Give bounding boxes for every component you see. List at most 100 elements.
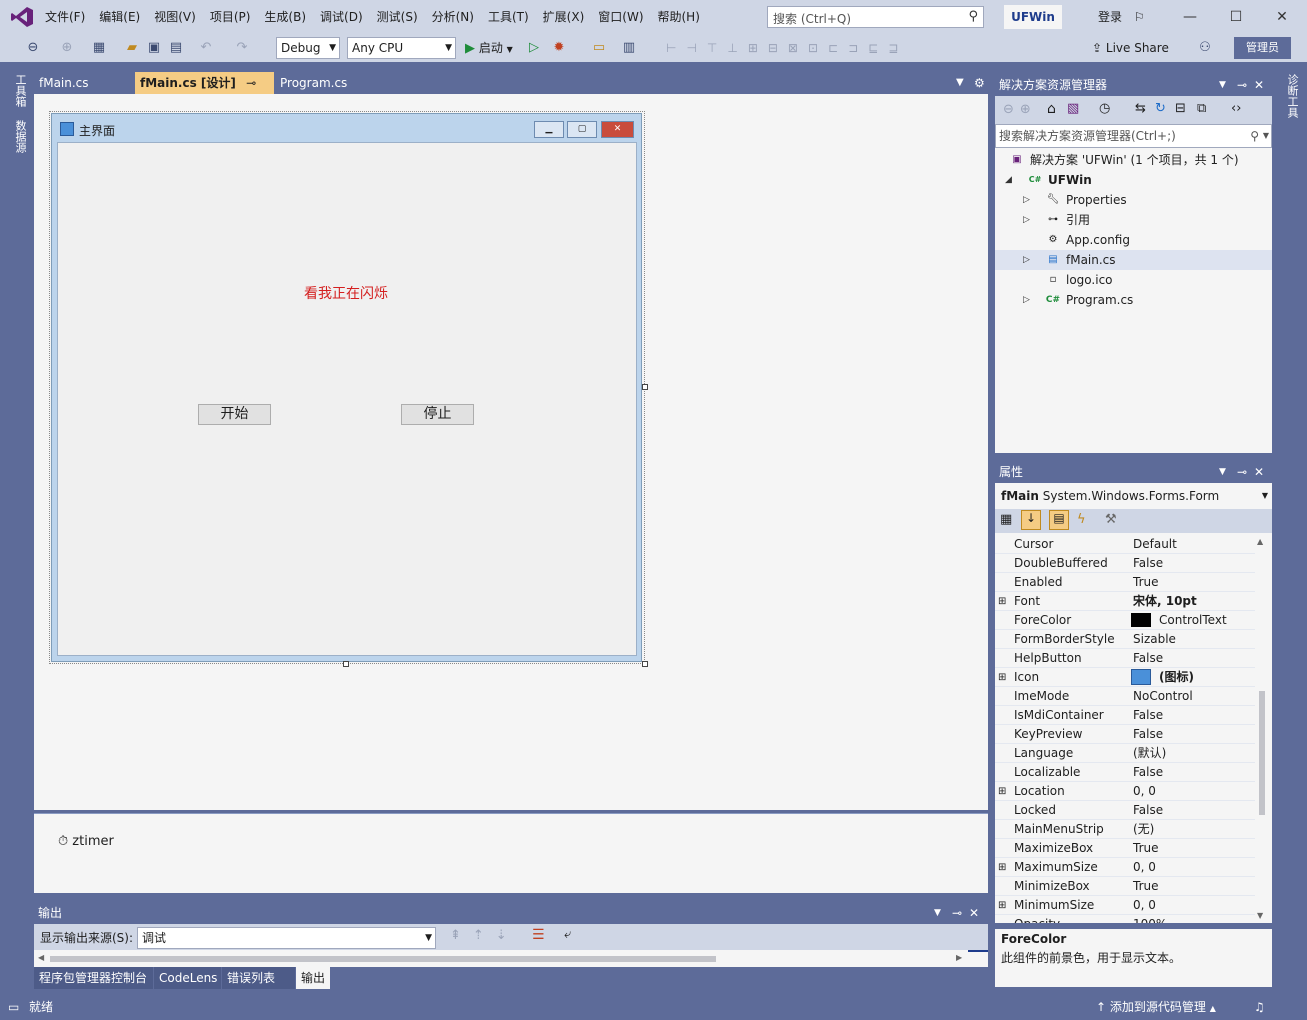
prop-row-forecolor[interactable]: ForeColor ControlText [995, 611, 1255, 630]
prop-row-mainmenustrip[interactable]: MainMenuStrip (无) [995, 820, 1255, 839]
resize-handle-right[interactable] [642, 384, 648, 390]
global-search-input[interactable]: 搜索 (Ctrl+Q) ⚲ [767, 6, 984, 28]
close-icon[interactable]: ✕ [969, 902, 979, 924]
prop-row-maximizebox[interactable]: MaximizeBox True [995, 839, 1255, 858]
menu-view[interactable]: 视图(V) [147, 0, 203, 34]
pin-icon[interactable]: ⊸ [952, 902, 962, 924]
properties-object-select[interactable]: fMain System.Windows.Forms.Form ▼ [995, 483, 1272, 509]
start-debugging-button[interactable]: ▶ 启动 ▼ [465, 34, 513, 64]
scroll-right-icon[interactable]: ▶ [956, 953, 962, 962]
diagnostic-tools-tab[interactable]: 诊断工具 [1280, 74, 1300, 118]
show-all-files-icon[interactable]: ⧉ [1197, 101, 1206, 116]
chevron-down-icon[interactable]: ▼ [1219, 74, 1226, 96]
prop-row-icon[interactable]: ⊞ Icon (图标) [995, 668, 1255, 687]
home-icon[interactable]: ⌂ [1047, 101, 1056, 117]
menu-debug[interactable]: 调试(D) [313, 0, 370, 34]
feedback-icon[interactable]: ⚐ [1134, 10, 1145, 24]
start-without-debugging-icon[interactable]: ▷ [525, 39, 543, 57]
prop-value[interactable]: Sizable [1133, 630, 1176, 649]
chevron-down-icon[interactable]: ▼ [1263, 125, 1269, 147]
menu-window[interactable]: 窗口(W) [591, 0, 650, 34]
pin-icon[interactable]: ⊸ [1237, 461, 1247, 483]
tab-error-list[interactable]: 错误列表 ... [222, 967, 295, 1007]
collapse-all-icon[interactable]: ⊟ [1175, 101, 1186, 116]
scroll-down-icon[interactable]: ▼ [1257, 911, 1263, 920]
tab-fmain-cs[interactable]: fMain.cs [34, 72, 134, 94]
expand-icon[interactable]: ⊞ [998, 782, 1006, 801]
prop-value[interactable]: False [1133, 801, 1163, 820]
close-window-button[interactable]: ✕ [1259, 0, 1305, 34]
prop-row-ismdicontainer[interactable]: IsMdiContainer False [995, 706, 1255, 725]
back-forward-icon[interactable]: ⊖⊕ [1003, 102, 1037, 117]
solution-explorer-search-input[interactable]: 搜索解决方案资源管理器(Ctrl+;) ⚲ ▼ [995, 124, 1272, 148]
prop-value[interactable]: 0, 0 [1133, 896, 1156, 915]
tab-overflow-icon[interactable]: ▼ [956, 72, 964, 94]
tree-item-solution[interactable]: ▣ 解决方案 'UFWin' (1 个项目，共 1 个) [995, 150, 1272, 170]
prop-value[interactable]: 0, 0 [1133, 782, 1156, 801]
prop-value[interactable]: NoControl [1133, 687, 1193, 706]
prop-value[interactable]: False [1133, 725, 1163, 744]
prop-row-doublebuffered[interactable]: DoubleBuffered False [995, 554, 1255, 573]
close-icon[interactable]: ✕ [1254, 74, 1264, 96]
open-file-icon[interactable]: ▰ [123, 39, 141, 57]
menu-extensions[interactable]: 扩展(X) [536, 0, 592, 34]
clear-all-icon[interactable]: ☰ [532, 927, 545, 943]
prop-value[interactable]: True [1133, 573, 1159, 592]
layout-icon[interactable]: ▥ [620, 39, 638, 57]
tree-item-app-config[interactable]: ⚙ App.config [995, 230, 1272, 250]
hot-reload-icon[interactable]: ✹ [550, 39, 568, 57]
blink-label[interactable]: 看我正在闪烁 [304, 283, 388, 303]
vertical-scrollbar[interactable] [1259, 691, 1265, 815]
ztimer-component[interactable]: ⏱ ztimer [58, 834, 114, 849]
solution-folder-icon[interactable]: ▭ [590, 39, 608, 57]
prop-row-font[interactable]: ⊞ Font 宋体, 10pt [995, 592, 1255, 611]
menu-help[interactable]: 帮助(H) [651, 0, 707, 34]
login-button[interactable]: 登录 ⚐ [1098, 0, 1145, 34]
prop-row-formborderstyle[interactable]: FormBorderStyle Sizable [995, 630, 1255, 649]
expand-icon[interactable]: ⊞ [998, 896, 1006, 915]
gear-icon[interactable]: ⚙ [974, 72, 985, 94]
prop-value[interactable]: 100% [1133, 915, 1167, 923]
prop-value[interactable]: 0, 0 [1133, 858, 1156, 877]
prop-value[interactable]: False [1133, 649, 1163, 668]
find-message-icon[interactable]: ⇞⇡⇣ [450, 928, 519, 943]
person-icon[interactable]: ⚇ [1196, 39, 1214, 57]
live-share-button[interactable]: ⇪ Live Share [1092, 34, 1169, 62]
prop-value[interactable]: Default [1133, 535, 1177, 554]
tab-package-manager-console[interactable]: 程序包管理器控制台 [34, 967, 153, 989]
menu-test[interactable]: 测试(S) [370, 0, 425, 34]
word-wrap-icon[interactable]: ⤶ [564, 927, 571, 942]
chevron-down-icon[interactable]: ▼ [1219, 461, 1226, 483]
prop-row-location[interactable]: ⊞ Location 0, 0 [995, 782, 1255, 801]
menu-file[interactable]: 文件(F) [38, 0, 92, 34]
toolbox-tab[interactable]: 工具箱 [8, 74, 28, 107]
property-pages-wrench-icon[interactable]: ⚒ [1105, 512, 1117, 527]
prop-row-locked[interactable]: Locked False [995, 801, 1255, 820]
properties-view-icon[interactable]: ▤ [1049, 510, 1069, 530]
events-lightning-icon[interactable]: ϟ [1077, 512, 1086, 527]
navigate-forward-icon[interactable]: ⊕ [58, 39, 76, 57]
scroll-left-icon[interactable]: ◀ [38, 953, 44, 962]
pin-icon[interactable]: ⊸ [1237, 74, 1247, 96]
prop-row-minimizebox[interactable]: MinimizeBox True [995, 877, 1255, 896]
prop-row-language[interactable]: Language (默认) [995, 744, 1255, 763]
prop-value[interactable]: (图标) [1159, 668, 1194, 687]
pin-icon[interactable]: ⊸ [246, 76, 256, 90]
undo-icon[interactable]: ↶ [197, 39, 215, 57]
tree-item-program[interactable]: ▷ C# Program.cs [995, 290, 1272, 310]
save-all-icon[interactable]: ▤ [167, 39, 185, 57]
prop-value[interactable]: True [1133, 877, 1159, 896]
collapsed-arrow-icon[interactable]: ▷ [1023, 290, 1033, 310]
prop-value[interactable]: 宋体, 10pt [1133, 592, 1197, 611]
output-content[interactable]: ◀ ▶ [34, 950, 988, 967]
prop-row-enabled[interactable]: Enabled True [995, 573, 1255, 592]
tree-item-project[interactable]: ◢ C# UFWin [995, 170, 1272, 190]
prop-row-localizable[interactable]: Localizable False [995, 763, 1255, 782]
menu-edit[interactable]: 编辑(E) [92, 0, 147, 34]
tree-item-references[interactable]: ▷ ⊶ 引用 [995, 210, 1272, 230]
scroll-up-icon[interactable]: ▲ [1257, 537, 1263, 546]
prop-row-opacity[interactable]: Opacity 100% [995, 915, 1255, 923]
admin-badge[interactable]: 管理员 [1234, 37, 1291, 59]
sync-icon[interactable]: ⇆ [1135, 101, 1146, 116]
save-icon[interactable]: ▣ [145, 39, 163, 57]
